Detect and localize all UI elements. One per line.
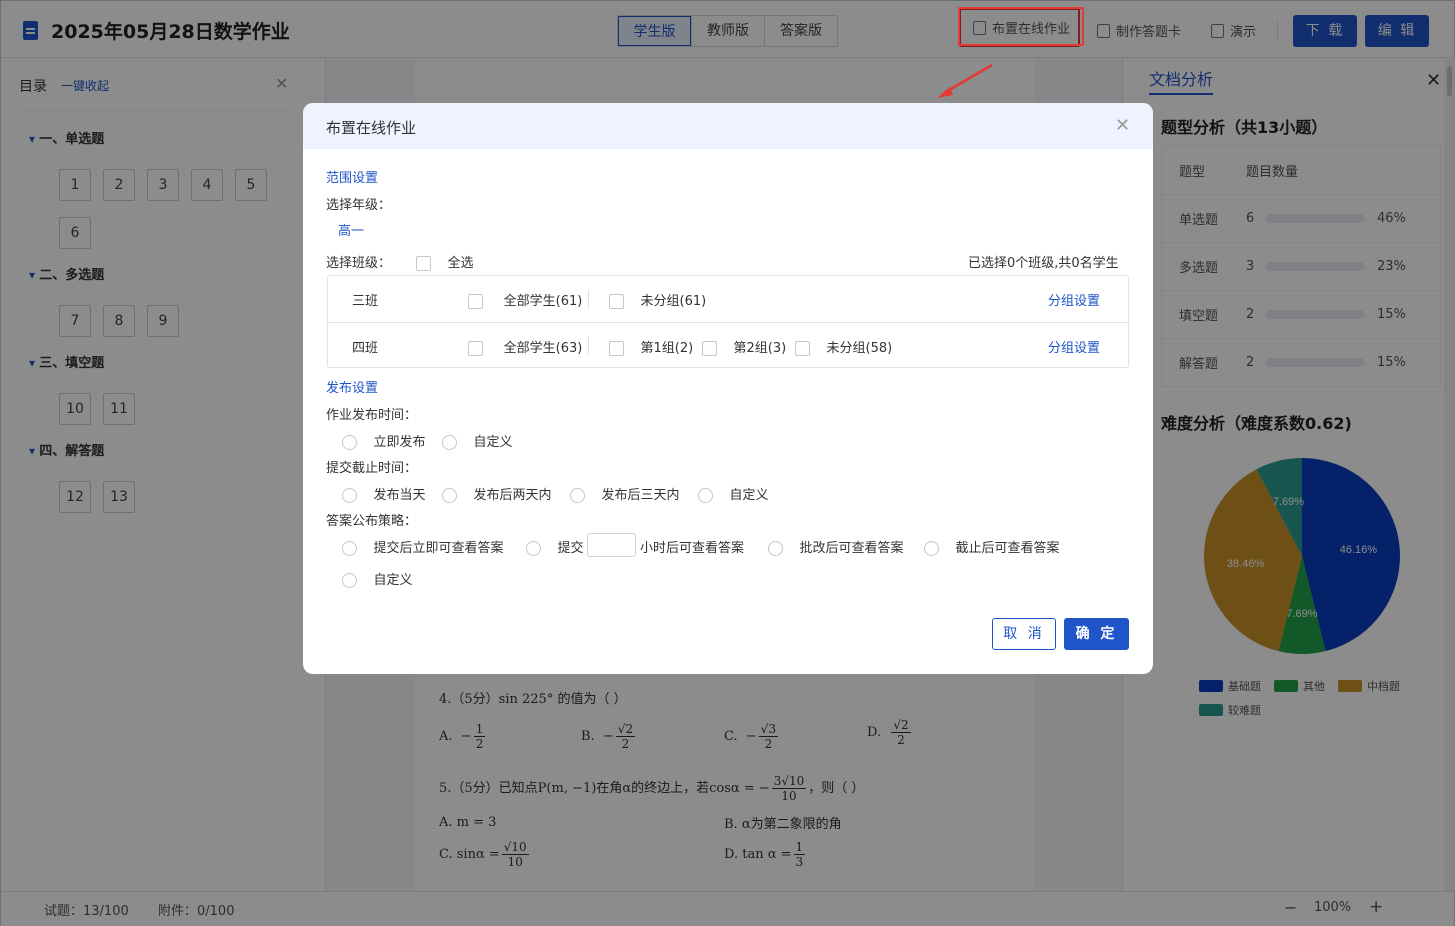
answer-policy-label: 答案公布策略： <box>326 514 418 529</box>
radio-answer-after-deadline[interactable]: 截止后可查看答案 <box>924 537 1060 556</box>
radio-deadline-same-day[interactable]: 发布当天 <box>342 484 426 503</box>
selected-summary: 已选择0个班级,共0名学生 <box>968 256 1119 271</box>
class-row-3: 三班 全部学生(61) 未分组(61) 分组设置 <box>328 276 1128 322</box>
range-section-title: 范围设置 <box>326 171 379 186</box>
close-icon[interactable]: ✕ <box>1115 115 1130 136</box>
group-checkbox[interactable]: 未分组(61) <box>609 290 706 309</box>
publish-section-title: 发布设置 <box>326 381 379 396</box>
all-students-checkbox[interactable]: 全部学生(61) <box>468 290 582 309</box>
radio-answer-custom[interactable]: 自定义 <box>342 569 413 588</box>
assign-homework-dialog: 布置在线作业 ✕ 范围设置 选择年级： 高一 选择班级： 全选 已选择0个班级,… <box>303 103 1153 674</box>
radio-answer-after-hours[interactable]: 提交 <box>526 537 584 556</box>
radio-deadline-three-days[interactable]: 发布后三天内 <box>570 484 680 503</box>
grade-option-senior-1[interactable]: 高一 <box>338 220 364 239</box>
group-checkbox[interactable]: 第2组(3) <box>702 337 786 356</box>
radio-deadline-custom[interactable]: 自定义 <box>698 484 769 503</box>
radio-deadline-two-days[interactable]: 发布后两天内 <box>442 484 552 503</box>
hours-suffix: 小时后可查看答案 <box>640 541 745 556</box>
class-name: 四班 <box>352 341 379 356</box>
radio-answer-after-grading[interactable]: 批改后可查看答案 <box>768 537 904 556</box>
hours-input[interactable] <box>587 533 636 557</box>
radio-answer-after-submit[interactable]: 提交后立即可查看答案 <box>342 537 504 556</box>
dialog-title: 布置在线作业 <box>326 119 417 137</box>
class-label: 选择班级： <box>326 256 392 271</box>
select-all-checkbox[interactable]: 全选 <box>416 252 474 271</box>
dialog-header: 布置在线作业 ✕ <box>303 103 1153 149</box>
group-settings-link[interactable]: 分组设置 <box>1048 290 1100 309</box>
class-row-4: 四班 全部学生(63) 第1组(2) 第2组(3) 未分组(58) 分组设置 <box>328 322 1128 368</box>
divider <box>588 290 589 308</box>
cancel-button[interactable]: 取 消 <box>992 618 1056 650</box>
confirm-button[interactable]: 确 定 <box>1064 618 1129 650</box>
all-students-checkbox[interactable]: 全部学生(63) <box>468 337 582 356</box>
grade-label: 选择年级： <box>326 198 392 213</box>
radio-publish-now[interactable]: 立即发布 <box>342 431 426 450</box>
highlight-box <box>958 7 1084 46</box>
radio-publish-custom[interactable]: 自定义 <box>442 431 513 450</box>
class-table: 三班 全部学生(61) 未分组(61) 分组设置 四班 全部学生(63) 第1组… <box>327 275 1129 368</box>
checkbox[interactable] <box>416 256 431 271</box>
divider <box>588 337 589 355</box>
pointer-arrow-icon <box>937 63 993 98</box>
deadline-label: 提交截止时间： <box>326 461 418 476</box>
publish-time-label: 作业发布时间： <box>326 408 418 423</box>
group-settings-link[interactable]: 分组设置 <box>1048 337 1100 356</box>
class-name: 三班 <box>352 294 379 309</box>
group-checkbox[interactable]: 未分组(58) <box>795 337 892 356</box>
group-checkbox[interactable]: 第1组(2) <box>609 337 693 356</box>
